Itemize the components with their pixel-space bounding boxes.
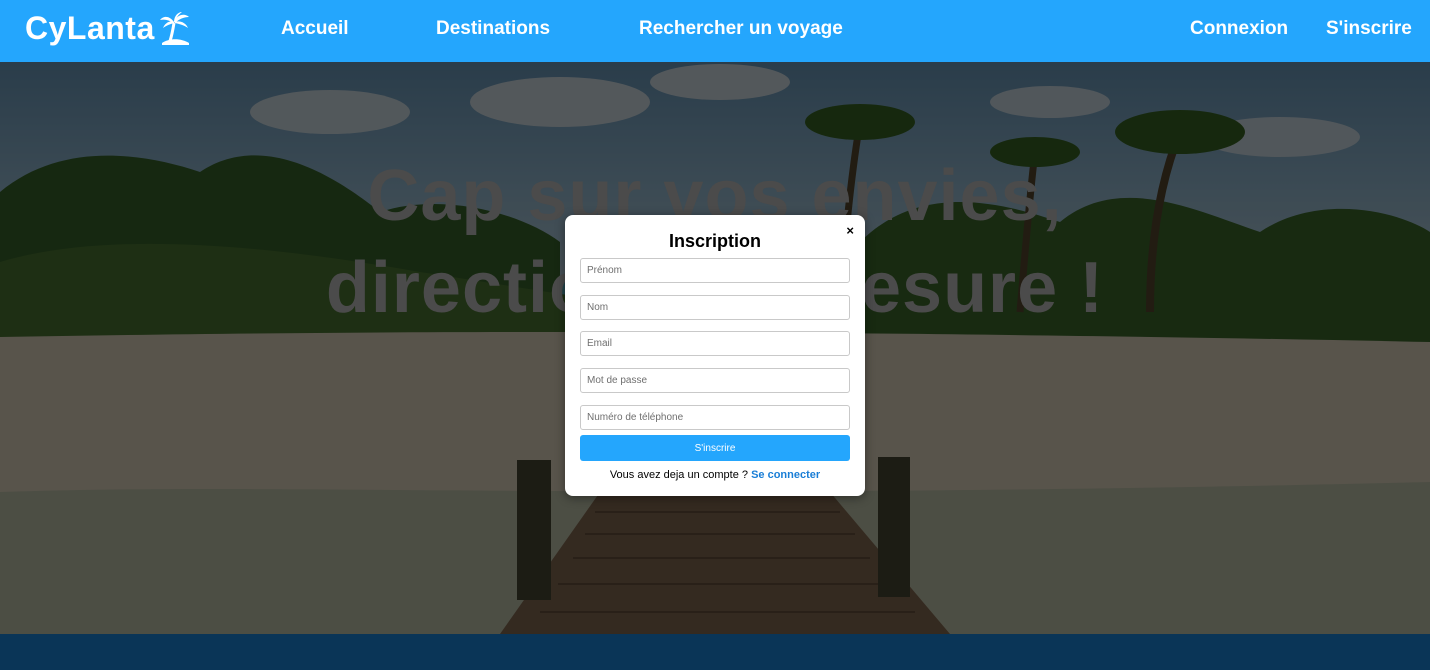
navbar: CyLanta Accueil Destinations Rechercher … <box>0 0 1430 62</box>
password-field[interactable] <box>580 368 850 393</box>
lastname-field[interactable] <box>580 295 850 320</box>
nav-signup[interactable]: S'inscrire <box>1326 18 1412 40</box>
login-link[interactable]: Se connecter <box>751 469 820 481</box>
palm-island-icon <box>159 11 189 45</box>
login-prompt-text: Vous avez deja un compte ? <box>609 469 752 481</box>
nav-destinations[interactable]: Destinations <box>436 18 550 40</box>
signup-modal: × Inscription S'inscrire Vous avez deja … <box>565 215 865 496</box>
phone-field[interactable] <box>580 405 850 430</box>
modal-title: Inscription <box>668 231 761 251</box>
logo-text: CyLanta <box>25 10 155 46</box>
firstname-field[interactable] <box>580 258 850 283</box>
nav-search-trip[interactable]: Rechercher un voyage <box>639 18 843 40</box>
login-prompt: Vous avez deja un compte ? Se connecter <box>565 469 865 481</box>
email-field[interactable] <box>580 331 850 356</box>
footer-band <box>0 634 1430 670</box>
nav-login[interactable]: Connexion <box>1190 18 1288 40</box>
signup-submit-button[interactable]: S'inscrire <box>580 435 850 461</box>
logo[interactable]: CyLanta <box>25 10 191 47</box>
nav-home[interactable]: Accueil <box>281 18 349 40</box>
